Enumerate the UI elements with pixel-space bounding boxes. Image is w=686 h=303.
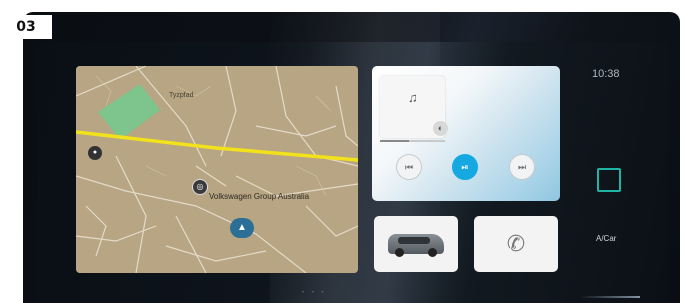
road-number-icon: ● (88, 146, 102, 160)
screen-edge-highlight (580, 296, 640, 298)
figure-number: 03 (0, 15, 52, 39)
next-track-icon[interactable]: ⏭ (509, 154, 535, 180)
car-icon (388, 234, 444, 257)
map-place-label: Tyzpfad (169, 92, 194, 99)
car-wheel-front (395, 248, 404, 257)
vw-logo-icon[interactable]: ◎ (192, 179, 208, 195)
map-widget[interactable]: Tyzpfad ● ◎ Volkswagen Group Australia ▲ (76, 66, 358, 273)
track-progress-fill (380, 140, 410, 142)
media-widget[interactable]: ♫ ◐ ⏮ ⏯ ⏭ (372, 66, 560, 201)
media-source-icon: ◐ (433, 121, 448, 136)
vehicle-tile[interactable] (374, 216, 458, 272)
track-progress[interactable] (380, 140, 445, 142)
car-window (398, 237, 430, 244)
car-wheel-rear (428, 248, 437, 257)
page-indicator[interactable]: • • • (302, 290, 327, 296)
music-note-icon: ♫ (408, 90, 418, 105)
album-art[interactable]: ♫ ◐ (380, 76, 448, 138)
app-label[interactable]: A/Car (596, 234, 616, 243)
navigation-arrow-icon: ▲ (230, 218, 254, 238)
phone-tile[interactable]: ✆ (474, 216, 558, 272)
clock: 10:38 (592, 68, 620, 80)
previous-track-icon[interactable]: ⏮ (396, 154, 422, 180)
app-square-icon[interactable] (597, 168, 621, 192)
poi-label[interactable]: Volkswagen Group Australia (209, 192, 309, 201)
play-pause-icon[interactable]: ⏯ (452, 154, 478, 180)
map-canvas[interactable] (76, 66, 358, 273)
phone-icon: ✆ (506, 231, 526, 256)
